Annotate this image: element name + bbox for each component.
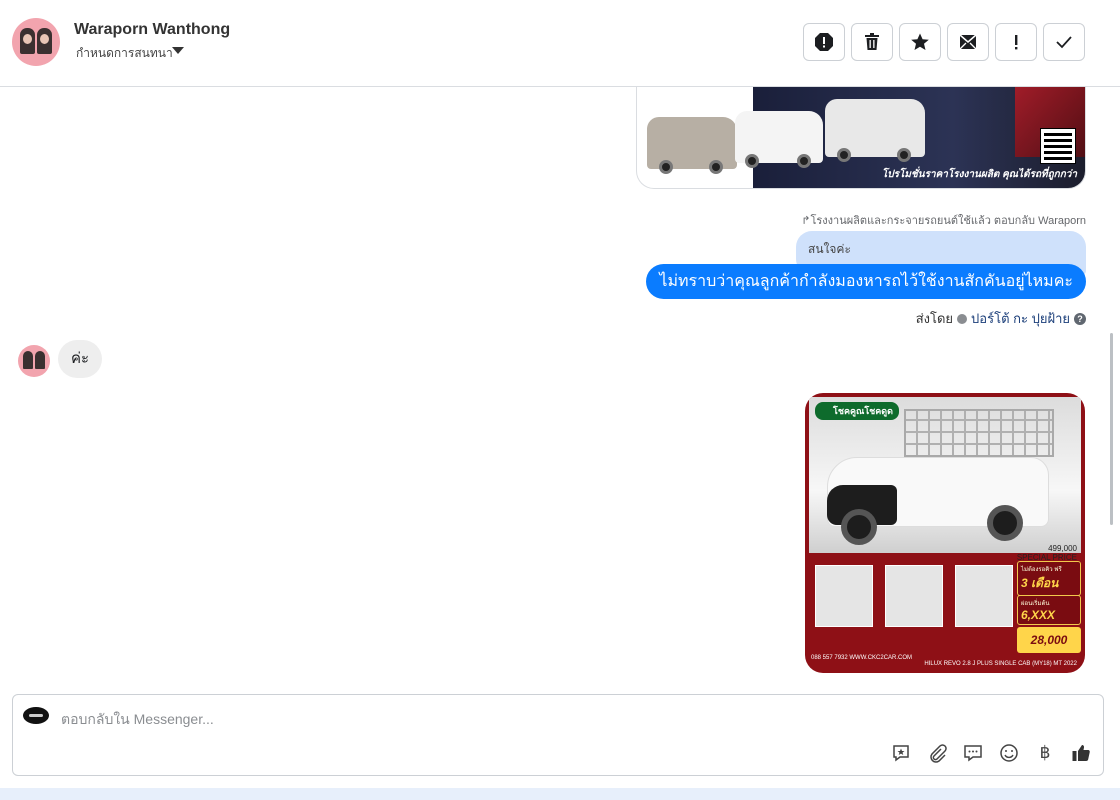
done-icon <box>1056 36 1072 49</box>
contact-name[interactable]: Waraporn Wanthong <box>74 21 230 39</box>
promo-free-months: ไม่ต้องรอคิว ฟรี 3 เดือน <box>1017 561 1081 596</box>
product-model: HILUX REVO 2.8 J PLUS SINGLE CAB (MY18) … <box>924 661 1077 667</box>
star-button[interactable] <box>899 23 941 61</box>
verified-icon <box>957 313 968 324</box>
product-price: 499,000 SPECIAL PRICE <box>1017 544 1077 562</box>
attachment-icon <box>930 744 947 763</box>
truck-wheel <box>841 509 877 545</box>
caret-down-icon[interactable] <box>172 47 184 54</box>
quoted-text: สนใจค่ะ <box>808 242 851 256</box>
car-pickup-1 <box>735 111 823 168</box>
sent-by-label: ส่งโดย <box>915 311 954 326</box>
reply-note: ↱โรงงานผลิตและกระจายรถยนต์ใช้แล้ว ตอบกลั… <box>801 211 1086 229</box>
like-button[interactable] <box>1070 742 1092 764</box>
delete-button[interactable] <box>851 23 893 61</box>
important-icon <box>1015 35 1018 50</box>
contact-avatar[interactable] <box>12 18 60 66</box>
promo-2-value: 6,XXX <box>1021 608 1056 622</box>
star-icon <box>911 33 929 50</box>
sent-by-user[interactable]: ปอร์โต้ กะ ปุยฝ้าย <box>971 308 1070 329</box>
emoji-button[interactable] <box>998 742 1020 764</box>
incoming-message[interactable]: ค่ะ <box>58 340 103 378</box>
promo-1-caption: ไม่ต้องรอคิว ฟรี <box>1021 567 1062 573</box>
reply-note-text: โรงงานผลิตและกระจายรถยนต์ใช้แล้ว ตอบกลับ… <box>810 215 1086 227</box>
message-button[interactable] <box>962 742 984 764</box>
outgoing-message[interactable]: ไม่ทราบว่าคุณลูกค้ากำลังมองหารถไว้ใช้งาน… <box>646 264 1086 299</box>
contact-avatar-small[interactable] <box>18 345 50 377</box>
product-brand: โชคคูณโชคดูด <box>815 402 899 420</box>
reply-composer: ฿ <box>12 694 1104 776</box>
baht-icon: ฿ <box>1039 743 1051 763</box>
product-photo: โชคคูณโชคดูด <box>809 397 1081 553</box>
product-contact: 088 557 7932 WWW.CKC2CAR.COM <box>811 655 913 661</box>
attachment-button[interactable] <box>926 742 948 764</box>
sent-by: ส่งโดย ปอร์โต้ กะ ปุยฝ้าย ? <box>916 308 1086 329</box>
emoji-icon <box>1000 744 1018 762</box>
product-thumb-front <box>815 565 873 627</box>
qr-code <box>1040 128 1076 164</box>
mark-unread-icon <box>959 34 977 50</box>
truck-rack <box>904 409 1054 457</box>
reply-input[interactable] <box>61 709 861 729</box>
promo-1-value: 3 เดือน <box>1021 576 1059 590</box>
conversation-panel: Waraporn Wanthong กำหนดการสนทนา โปรโมชั่… <box>0 0 1120 788</box>
important-button[interactable] <box>995 23 1037 61</box>
spam-button[interactable] <box>803 23 845 61</box>
message-icon <box>964 745 982 762</box>
like-icon <box>1072 745 1090 761</box>
truck-wheel <box>987 505 1023 541</box>
product-thumb-rear <box>885 565 943 627</box>
conversation-settings-label[interactable]: กำหนดการสนทนา <box>76 44 173 63</box>
baht-button[interactable]: ฿ <box>1034 742 1056 764</box>
trash-icon <box>865 33 879 50</box>
promo-2-caption: ผ่อนเริ่มต้น <box>1021 601 1050 607</box>
done-button[interactable] <box>1043 23 1085 61</box>
scrollbar[interactable] <box>1110 333 1113 525</box>
ad-tagline: โปรโมชั่นราคาโรงงานผลิต คุณได้รถที่ถูกกว… <box>881 169 1077 180</box>
conversation-header: Waraporn Wanthong กำหนดการสนทนา <box>0 0 1120 87</box>
product-price-value: 499,000 <box>1048 544 1077 553</box>
car-sedan <box>647 117 737 174</box>
mark-unread-button[interactable] <box>947 23 989 61</box>
ad-image[interactable]: โปรโมชั่นราคาโรงงานผลิต คุณได้รถที่ถูกกว… <box>636 87 1086 189</box>
help-icon[interactable]: ? <box>1074 312 1086 325</box>
promo-discount: 28,000 <box>1017 627 1081 653</box>
promo-installment: ผ่อนเริ่มต้น 6,XXX <box>1017 595 1081 625</box>
product-image[interactable]: โชคคูณโชคดูด 499,000 SPECIAL PRICE ไม่ต้… <box>805 393 1085 673</box>
car-pickup-2 <box>825 99 925 162</box>
page-avatar <box>23 707 49 724</box>
saved-reply-icon <box>893 745 909 762</box>
spam-icon <box>815 33 833 51</box>
product-thumb-side <box>955 565 1013 627</box>
saved-reply-button[interactable] <box>890 742 912 764</box>
